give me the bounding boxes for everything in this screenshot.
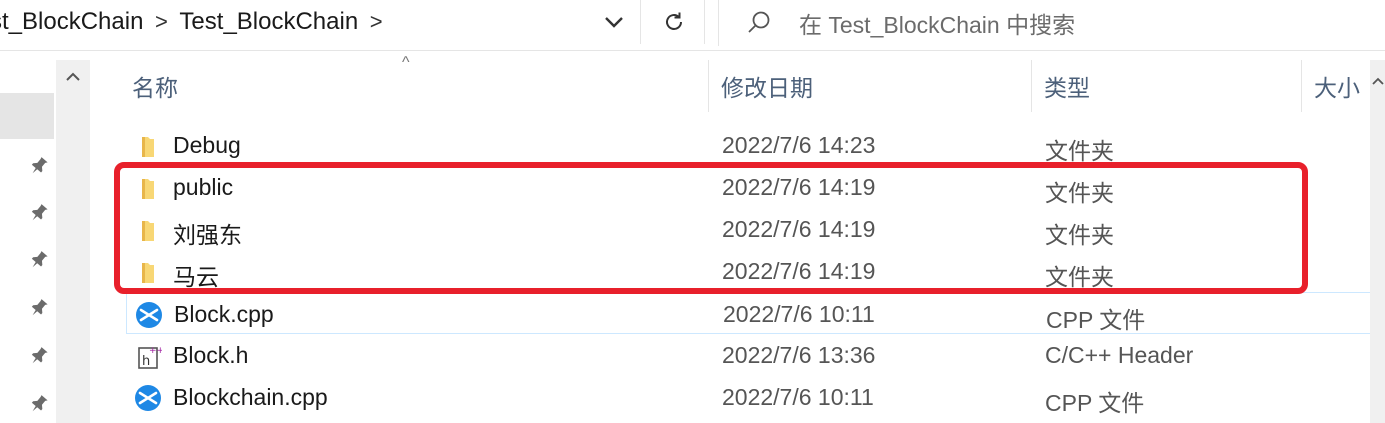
pin-icon[interactable] xyxy=(26,248,50,272)
file-type: C/C++ Header xyxy=(1045,342,1194,368)
address-toolbar: st_BlockChain > Test_BlockChain > 在 Test… xyxy=(0,0,1385,51)
file-name: 马云 xyxy=(173,264,219,290)
file-type: CPP 文件 xyxy=(1046,307,1146,333)
svg-text:++: ++ xyxy=(149,346,162,356)
cpp-file-icon xyxy=(135,385,161,411)
navigation-scrollbar[interactable] xyxy=(56,60,90,423)
list-item[interactable]: 马云 2022/7/6 14:19 文件夹 xyxy=(126,250,1374,292)
folder-icon xyxy=(142,137,154,157)
pin-icon[interactable] xyxy=(26,201,50,225)
file-type: 文件夹 xyxy=(1045,222,1114,248)
search-icon xyxy=(748,11,770,33)
column-header-size-label: 大小 xyxy=(1314,75,1360,101)
folder-icon xyxy=(142,221,154,241)
sort-ascending-icon: ^ xyxy=(402,54,410,71)
refresh-icon xyxy=(666,12,682,30)
file-date: 2022/7/6 14:19 xyxy=(722,258,876,284)
file-name: public xyxy=(173,174,234,200)
cpp-file-icon xyxy=(136,302,162,328)
svg-text:h: h xyxy=(142,354,150,369)
folder-icon xyxy=(142,263,154,283)
column-header-date-label: 修改日期 xyxy=(721,75,813,101)
file-type: CPP 文件 xyxy=(1045,390,1145,416)
pin-icon[interactable] xyxy=(26,154,50,178)
pin-icon[interactable] xyxy=(26,296,50,320)
list-item[interactable]: Block.cpp 2022/7/6 10:11 CPP 文件 xyxy=(126,292,1374,334)
file-name: Debug xyxy=(173,132,241,158)
column-header-name[interactable]: 名称 ^ xyxy=(92,54,709,112)
nav-item-selected[interactable] xyxy=(0,93,54,139)
column-header-type-label: 类型 xyxy=(1044,75,1090,101)
file-name: Blockchain.cpp xyxy=(173,384,328,410)
pin-icon[interactable] xyxy=(26,392,50,416)
column-header-type[interactable]: 类型 xyxy=(1032,60,1302,112)
file-type: 文件夹 xyxy=(1045,180,1114,206)
file-date: 2022/7/6 14:23 xyxy=(722,132,876,158)
list-item[interactable]: Debug 2022/7/6 14:23 文件夹 xyxy=(126,124,1374,166)
breadcrumb-separator-icon[interactable]: > xyxy=(362,9,390,35)
header-file-icon: h ++ xyxy=(138,346,162,369)
file-date: 2022/7/6 10:11 xyxy=(722,384,874,410)
file-date: 2022/7/6 14:19 xyxy=(722,174,876,200)
file-name: 刘强东 xyxy=(173,222,242,248)
search-input[interactable]: 在 Test_BlockChain 中搜索 xyxy=(718,0,1385,46)
pin-icon[interactable] xyxy=(26,344,50,368)
file-date: 2022/7/6 13:36 xyxy=(722,342,876,368)
file-list-scrollbar[interactable] xyxy=(1370,60,1385,423)
list-item[interactable]: h ++ Block.h 2022/7/6 13:36 C/C++ Header xyxy=(126,334,1374,376)
search-placeholder: 在 Test_BlockChain 中搜索 xyxy=(799,12,1076,38)
navigation-pane xyxy=(0,60,56,423)
scroll-up-button[interactable] xyxy=(1370,68,1385,94)
file-date: 2022/7/6 14:19 xyxy=(722,216,876,242)
refresh-button[interactable] xyxy=(644,0,705,44)
breadcrumb-separator-icon[interactable]: > xyxy=(147,9,175,35)
breadcrumb-item-parent[interactable]: st_BlockChain xyxy=(0,8,147,36)
address-history-dropdown[interactable] xyxy=(588,0,641,44)
chevron-down-icon xyxy=(605,17,623,28)
column-header-date[interactable]: 修改日期 xyxy=(709,60,1032,112)
list-item[interactable]: public 2022/7/6 14:19 文件夹 xyxy=(126,166,1374,208)
file-explorer-window: st_BlockChain > Test_BlockChain > 在 Test… xyxy=(0,0,1385,423)
file-type: 文件夹 xyxy=(1045,264,1114,290)
folder-icon xyxy=(142,179,154,199)
breadcrumb[interactable]: st_BlockChain > Test_BlockChain > xyxy=(0,0,640,44)
file-name: Block.h xyxy=(173,342,249,368)
column-header-row: 名称 ^ 修改日期 类型 大小 xyxy=(92,54,1385,112)
file-date: 2022/7/6 10:11 xyxy=(723,301,875,327)
chevron-up-icon xyxy=(1371,77,1384,85)
scroll-up-button[interactable] xyxy=(56,60,90,94)
file-type: 文件夹 xyxy=(1045,138,1114,164)
breadcrumb-item-current[interactable]: Test_BlockChain xyxy=(175,8,362,36)
column-header-name-label: 名称 xyxy=(132,75,178,101)
chevron-up-icon xyxy=(66,72,80,81)
file-list: 名称 ^ 修改日期 类型 大小 Debug 2022/7/6 14:23 文件夹 xyxy=(92,54,1385,423)
list-item[interactable]: Blockchain.cpp 2022/7/6 10:11 CPP 文件 xyxy=(126,376,1374,418)
file-name: Block.cpp xyxy=(174,301,274,327)
list-item[interactable]: 刘强东 2022/7/6 14:19 文件夹 xyxy=(126,208,1374,250)
